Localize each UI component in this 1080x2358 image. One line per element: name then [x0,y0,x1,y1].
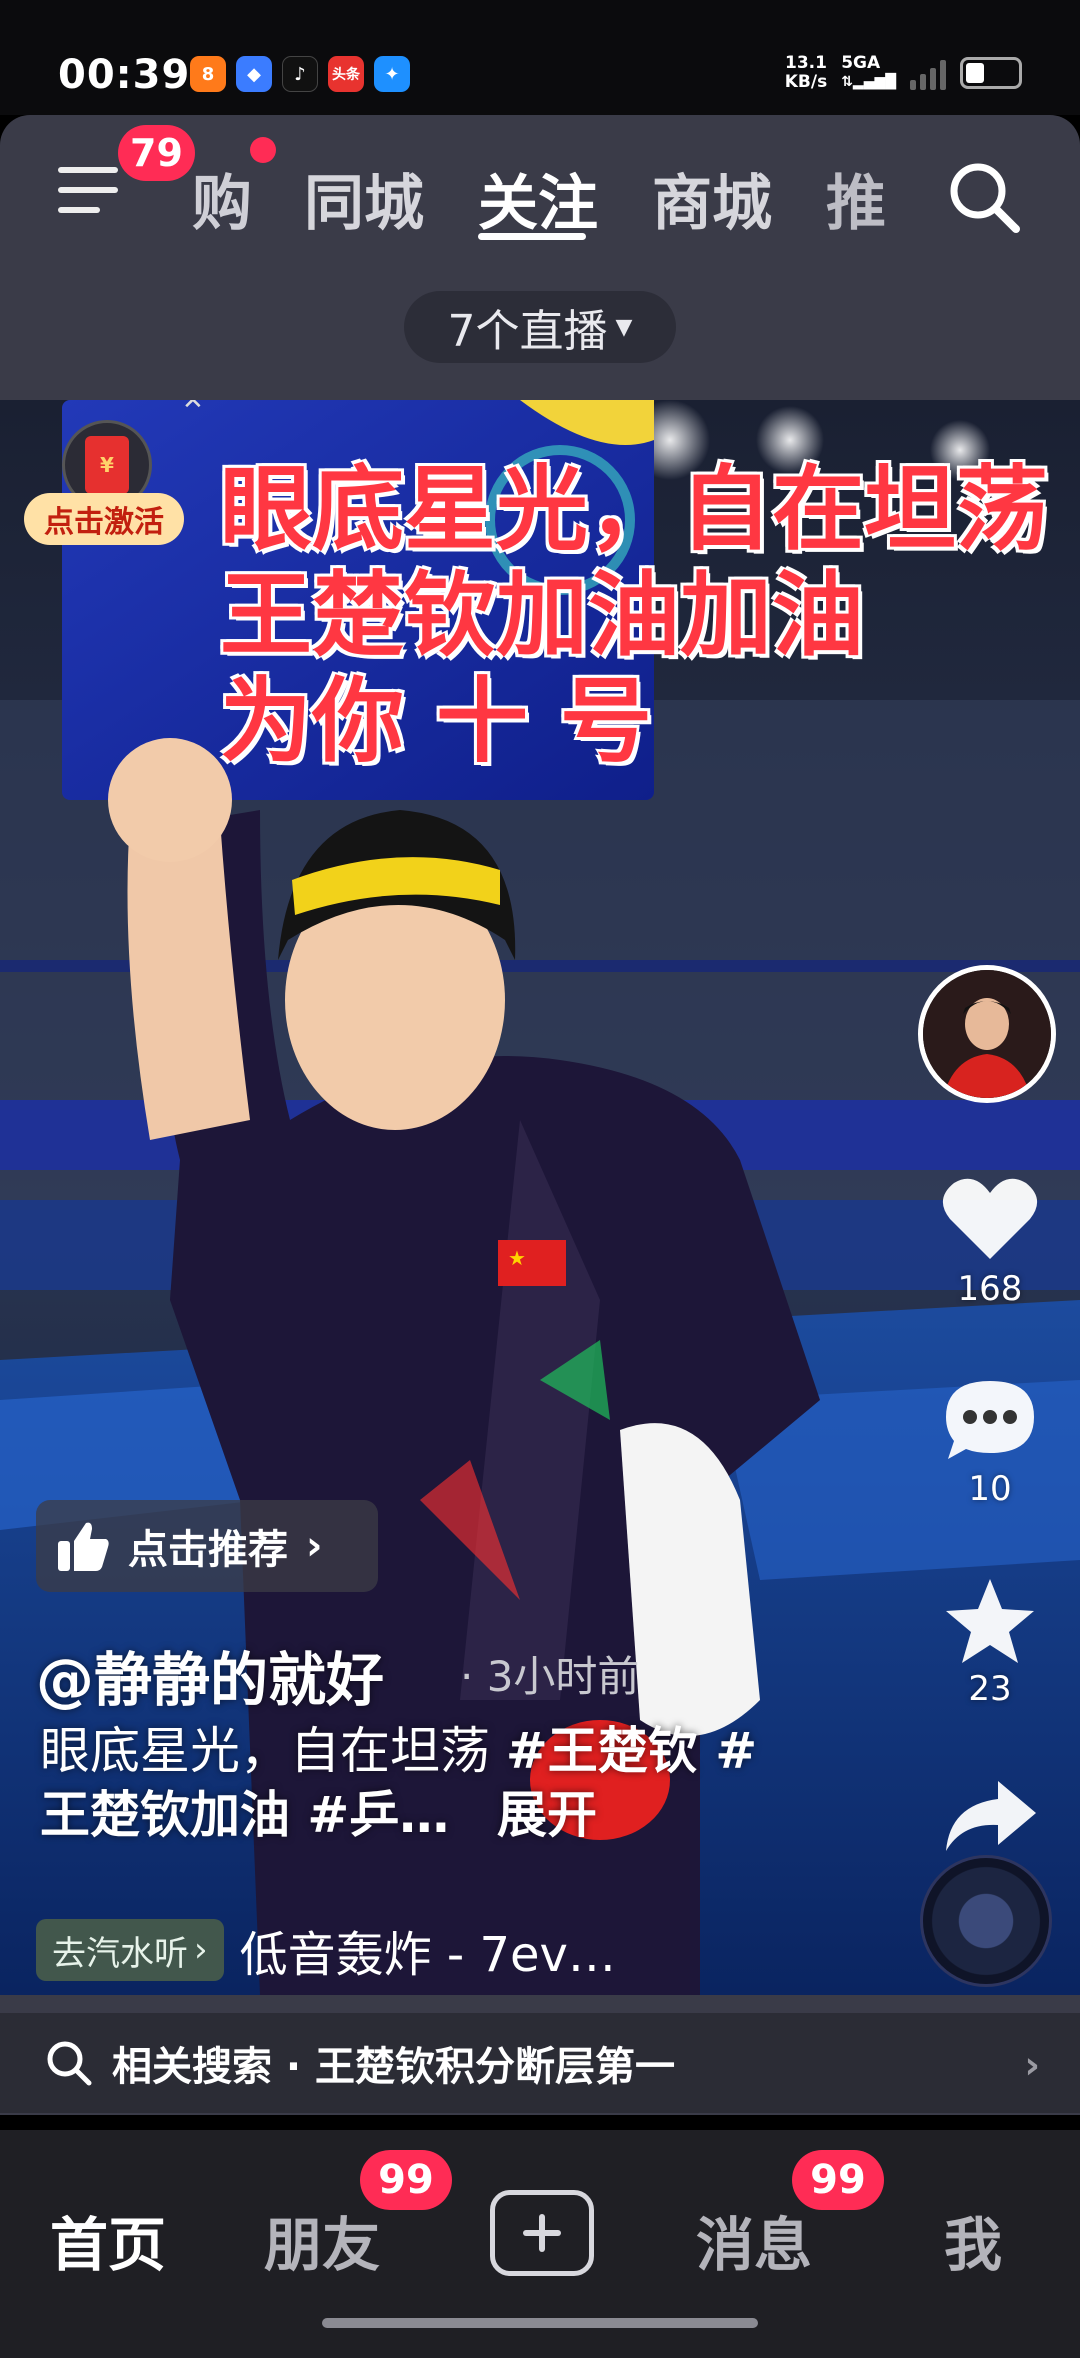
nav-friends[interactable]: 朋友 [264,2198,380,2282]
comment-icon [946,1381,1034,1459]
chevron-right-icon: › [306,1523,323,1569]
battery-icon [960,57,1022,89]
friends-badge: 99 [360,2150,452,2210]
app-notification-icon: 8 [190,56,226,92]
app-notification-icon: ✦ [374,56,410,92]
notification-dot [250,137,276,163]
chevron-right-icon: › [194,1930,208,1970]
tab-mall[interactable]: 商城 [652,155,772,242]
network-speed: 13.1 KB/s [784,53,828,92]
comment-button[interactable]: 10 [930,1375,1050,1509]
hashtag[interactable]: #乒… [290,1786,449,1844]
messages-badge: 99 [792,2150,884,2210]
share-icon [946,1781,1036,1851]
nav-me[interactable]: 我 [944,2198,1002,2282]
music-title[interactable]: 低音轰炸 - 7ev… [240,1915,616,1985]
red-packet-widget[interactable]: ✕ ¥ 点击激活 [24,400,204,570]
hashtag[interactable]: #王楚钦 [506,1722,698,1780]
menu-badge: 79 [118,125,195,181]
recommend-chip[interactable]: 点击推荐 › [36,1500,378,1592]
favorite-button[interactable]: 23 [930,1575,1050,1709]
favorite-count: 23 [968,1669,1012,1709]
status-right: 13.1 KB/s 5GA ⇅▂▄▆█ [785,54,1022,92]
menu-icon[interactable] [58,167,122,227]
create-post-button[interactable] [490,2190,594,2276]
chevron-right-icon: › [1024,2043,1040,2087]
author-avatar[interactable] [918,965,1056,1103]
app-notification-icon: ◆ [236,56,272,92]
live-count-pill[interactable]: 7个直播 ▼ [404,291,676,363]
plus-icon [523,2214,561,2252]
search-icon[interactable] [944,157,1024,237]
red-packet-label[interactable]: 点击激活 [24,493,184,545]
comment-count: 10 [968,1469,1012,1509]
author-name[interactable]: @静静的就好 [36,1633,384,1717]
top-nav: 79 购 同城 关注 商城 推 [0,115,1080,280]
like-count: 168 [957,1269,1023,1309]
tab-recommend[interactable]: 推 [826,155,886,242]
search-icon [47,2041,92,2086]
tab-nearby[interactable]: 同城 [304,155,424,242]
svg-text:★: ★ [508,1246,526,1270]
post-time: · 3小时前 [460,1652,640,1701]
status-app-icons: 8 ◆ ♪ 头条 ✦ [190,56,410,92]
post-caption[interactable]: 眼底星光，自在坦荡 #王楚钦 #王楚钦加油 #乒… 展开 [40,1719,800,1847]
video-overlay-text: 眼底星光，自在坦荡 王楚钦加油加油 为你 十 号 [220,456,1049,775]
close-icon[interactable]: ✕ [182,400,204,416]
signal-icon [910,56,946,90]
network-type: 5GA ⇅▂▄▆█ [841,53,896,91]
open-in-music-app-button[interactable]: 去汽水听 › [36,1919,224,1981]
toutiao-icon: 头条 [328,56,364,92]
nav-messages[interactable]: 消息 [696,2198,812,2282]
active-tab-indicator [478,233,586,240]
caret-down-icon: ▼ [615,314,633,340]
status-bar: 00:39 8 ◆ ♪ 头条 ✦ 13.1 KB/s 5GA ⇅▂▄▆█ [0,0,1080,115]
tiktok-icon: ♪ [282,56,318,92]
related-search-bar[interactable]: 相关搜索 · 王楚钦积分断层第一 › [0,2013,1080,2113]
status-time: 00:39 [58,52,191,98]
music-disc-icon[interactable] [920,1855,1052,1987]
star-icon [946,1579,1034,1663]
music-row: 去汽水听 › 低音轰炸 - 7ev… [36,1915,616,1985]
thumbs-up-icon [58,1522,109,1571]
home-indicator[interactable] [322,2318,758,2328]
like-button[interactable]: 168 [930,1175,1050,1309]
expand-button[interactable]: 展开 [497,1786,597,1844]
tab-following[interactable]: 关注 [478,155,598,242]
heart-icon [942,1178,1038,1259]
feed-surface: 79 购 同城 关注 商城 推 7个直播 ▼ ★ 眼底星光，自在坦荡 王楚钦加油… [0,115,1080,2115]
nav-home[interactable]: 首页 [50,2198,166,2282]
tab-shopping[interactable]: 购 [192,155,252,242]
